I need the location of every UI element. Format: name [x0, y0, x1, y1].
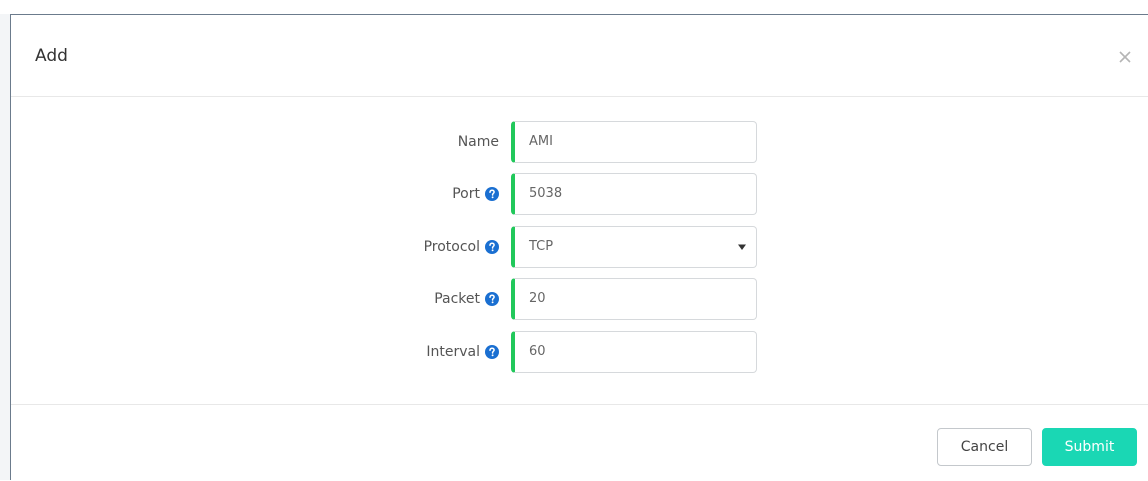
close-icon [1117, 49, 1137, 65]
name-input[interactable] [529, 122, 729, 162]
interval-help-icon[interactable] [485, 345, 499, 359]
add-dialog: Add Name Port [10, 14, 1148, 480]
submit-button[interactable]: Submit [1042, 428, 1137, 466]
form-row-interval: Interval [11, 331, 1148, 373]
name-label: Name [458, 121, 499, 163]
port-field[interactable] [511, 173, 757, 215]
port-label: Port [452, 173, 499, 215]
packet-help-icon[interactable] [485, 292, 499, 306]
protocol-selected-value: TCP [529, 239, 554, 254]
packet-input[interactable] [529, 279, 729, 319]
dialog-header: Add [11, 15, 1148, 97]
interval-field[interactable] [511, 331, 757, 373]
close-button[interactable] [1117, 49, 1137, 69]
interval-label: Interval [426, 331, 499, 373]
form-row-name: Name [11, 121, 1148, 163]
port-label-text: Port [452, 186, 480, 202]
packet-label-text: Packet [434, 291, 480, 307]
caret-down-icon [738, 243, 746, 251]
interval-input[interactable] [529, 332, 729, 372]
name-label-text: Name [457, 134, 499, 150]
protocol-help-icon[interactable] [485, 240, 499, 254]
cancel-button[interactable]: Cancel [937, 428, 1032, 466]
port-help-icon[interactable] [485, 187, 499, 201]
dialog-footer: Cancel Submit [11, 404, 1148, 481]
interval-label-text: Interval [426, 344, 480, 360]
form-row-port: Port [11, 173, 1148, 215]
dialog-title: Add [35, 46, 68, 66]
form-row-protocol: Protocol TCP [11, 226, 1148, 268]
packet-label: Packet [434, 278, 499, 320]
protocol-label: Protocol [424, 226, 499, 268]
form-row-packet: Packet [11, 278, 1148, 320]
packet-field[interactable] [511, 278, 757, 320]
protocol-select[interactable]: TCP [511, 226, 757, 268]
name-field[interactable] [511, 121, 757, 163]
protocol-label-text: Protocol [423, 239, 480, 255]
port-input[interactable] [529, 174, 729, 214]
